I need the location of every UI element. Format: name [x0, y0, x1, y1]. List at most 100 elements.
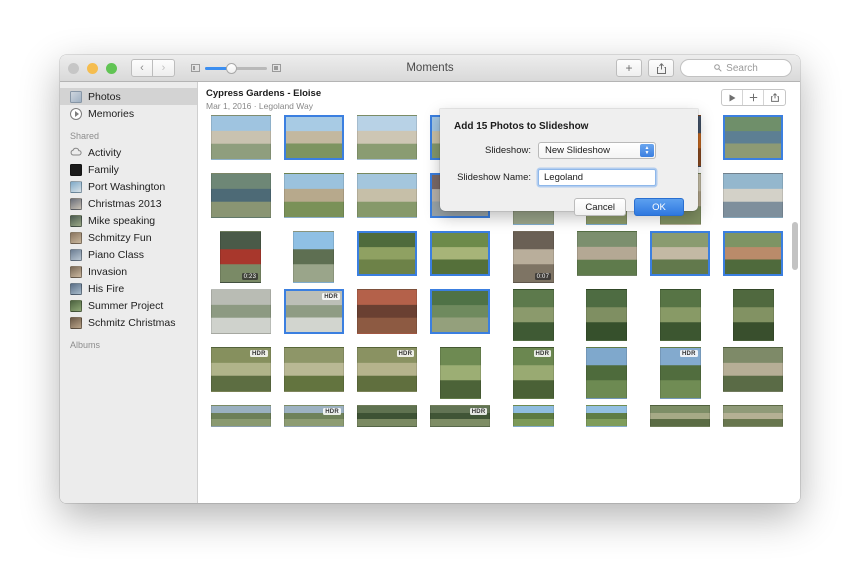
- photo-row: HDR HDR: [204, 405, 790, 427]
- sidebar-item-port-washington[interactable]: Port Washington: [60, 178, 197, 195]
- thumbnail-size-control[interactable]: [191, 62, 281, 74]
- sidebar-item-mike-speaking[interactable]: Mike speaking: [60, 212, 197, 229]
- photo-thumbnail[interactable]: [723, 173, 784, 218]
- sidebar-item-label: Schmitzy Fun: [88, 231, 152, 244]
- sidebar-item-piano-class[interactable]: Piano Class: [60, 246, 197, 263]
- photo-thumbnail[interactable]: [723, 347, 784, 392]
- back-button[interactable]: ‹: [131, 59, 153, 77]
- photo-thumbnail[interactable]: [723, 405, 784, 427]
- photo-thumbnail[interactable]: HDR: [210, 347, 271, 392]
- album-thumbnail-icon: [70, 180, 82, 193]
- photo-thumbnail[interactable]: [659, 289, 701, 341]
- ok-button[interactable]: OK: [634, 198, 684, 216]
- sidebar-header-albums: Albums: [70, 340, 101, 350]
- sidebar-item-memories[interactable]: Memories: [60, 105, 197, 122]
- sidebar-item-family[interactable]: Family: [60, 161, 197, 178]
- sidebar-item-invasion[interactable]: Invasion: [60, 263, 197, 280]
- hdr-badge: HDR: [533, 350, 552, 357]
- photo-thumbnail[interactable]: [210, 115, 271, 160]
- photo-thumbnail[interactable]: [650, 231, 711, 276]
- photo-cell: [717, 347, 790, 392]
- forward-button[interactable]: ›: [153, 59, 175, 77]
- album-thumbnail-icon: [70, 214, 82, 227]
- photo-thumbnail[interactable]: [586, 347, 628, 399]
- photo-thumbnail[interactable]: [357, 289, 418, 334]
- photo-thumbnail[interactable]: 0:23: [220, 231, 262, 283]
- photo-thumbnail[interactable]: [430, 231, 491, 276]
- slideshow-name-input[interactable]: Legoland: [538, 169, 656, 186]
- album-thumbnail-icon: [70, 282, 82, 295]
- photo-thumbnail[interactable]: [513, 405, 555, 427]
- photo-thumbnail[interactable]: [576, 231, 637, 276]
- photo-cell: [717, 231, 790, 276]
- photo-thumbnail[interactable]: [723, 115, 784, 160]
- photo-cell: [717, 405, 790, 427]
- photos-icon: [70, 90, 82, 103]
- photo-thumbnail[interactable]: [210, 173, 271, 218]
- play-slideshow-button[interactable]: [722, 90, 743, 105]
- sidebar-item-summer-project[interactable]: Summer Project: [60, 297, 197, 314]
- photo-thumbnail[interactable]: [283, 115, 344, 160]
- photo-thumbnail[interactable]: 0:07: [513, 231, 555, 283]
- photo-thumbnail[interactable]: [513, 289, 555, 341]
- window-titlebar: ‹ › Moments + Search: [60, 55, 800, 82]
- photo-thumbnail[interactable]: HDR: [430, 405, 491, 427]
- sidebar-item-schmitz-christmas[interactable]: Schmitz Christmas: [60, 314, 197, 331]
- chevron-updown-icon: ▲ ▼: [640, 144, 654, 157]
- photo-thumbnail[interactable]: [357, 231, 418, 276]
- photo-thumbnail[interactable]: [650, 405, 711, 427]
- share-icon[interactable]: [648, 59, 674, 77]
- album-thumbnail-icon: [70, 248, 82, 261]
- photo-thumbnail[interactable]: HDR: [513, 347, 555, 399]
- close-window-button[interactable]: [68, 62, 79, 74]
- photo-thumbnail[interactable]: HDR: [283, 289, 344, 334]
- memories-icon: [70, 107, 82, 120]
- dialog-buttons: Cancel OK: [454, 198, 684, 216]
- photo-thumbnail[interactable]: [439, 347, 481, 399]
- slider-knob[interactable]: [226, 62, 237, 74]
- zoom-window-button[interactable]: [106, 62, 117, 74]
- photo-thumbnail[interactable]: [723, 231, 784, 276]
- photo-thumbnail[interactable]: HDR: [659, 347, 701, 399]
- photo-cell: [570, 347, 643, 399]
- photo-cell: [351, 173, 424, 218]
- photo-thumbnail[interactable]: [732, 289, 774, 341]
- photo-thumbnail[interactable]: [210, 405, 271, 427]
- photo-thumbnail[interactable]: HDR: [357, 347, 418, 392]
- photo-cell: [570, 289, 643, 341]
- photo-row: HDR HDR HDR HDR: [204, 347, 790, 399]
- sidebar-item-schmitzy-fun[interactable]: Schmitzy Fun: [60, 229, 197, 246]
- add-to-button[interactable]: [743, 90, 764, 105]
- sidebar-item-christmas-2013[interactable]: Christmas 2013: [60, 195, 197, 212]
- sidebar-item-his-fire[interactable]: His Fire: [60, 280, 197, 297]
- hdr-badge: HDR: [250, 350, 268, 357]
- add-button[interactable]: +: [616, 59, 642, 77]
- share-button[interactable]: [764, 90, 785, 105]
- photo-thumbnail[interactable]: [210, 289, 271, 334]
- photo-thumbnail[interactable]: [283, 173, 344, 218]
- thumbnail-size-slider[interactable]: [205, 62, 267, 74]
- search-input[interactable]: Search: [680, 59, 792, 77]
- album-thumbnail-icon: [70, 163, 82, 176]
- sidebar-item-label: Memories: [88, 107, 135, 120]
- photo-thumbnail[interactable]: [586, 405, 628, 427]
- moment-header: Cypress Gardens - Eloise Mar 1, 2016 · L…: [198, 82, 800, 111]
- photo-thumbnail[interactable]: [430, 289, 491, 334]
- photo-thumbnail[interactable]: [586, 289, 628, 341]
- photo-thumbnail[interactable]: [293, 231, 335, 283]
- photo-thumbnail[interactable]: [283, 347, 344, 392]
- photo-cell: HDR: [424, 405, 497, 427]
- minimize-window-button[interactable]: [87, 62, 98, 74]
- sidebar-item-activity[interactable]: Activity: [60, 144, 197, 161]
- sidebar-item-label: Summer Project: [88, 299, 164, 312]
- photo-thumbnail[interactable]: [357, 115, 418, 160]
- sidebar-item-photos[interactable]: Photos: [60, 88, 197, 105]
- vertical-scrollbar[interactable]: [792, 222, 798, 270]
- cancel-button[interactable]: Cancel: [574, 198, 626, 216]
- photo-thumbnail[interactable]: HDR: [283, 405, 344, 427]
- photo-thumbnail[interactable]: [357, 405, 418, 427]
- photo-thumbnail[interactable]: [357, 173, 418, 218]
- slideshow-select[interactable]: New Slideshow ▲ ▼: [538, 142, 656, 159]
- album-thumbnail-icon: [70, 231, 82, 244]
- photo-cell: HDR: [351, 347, 424, 392]
